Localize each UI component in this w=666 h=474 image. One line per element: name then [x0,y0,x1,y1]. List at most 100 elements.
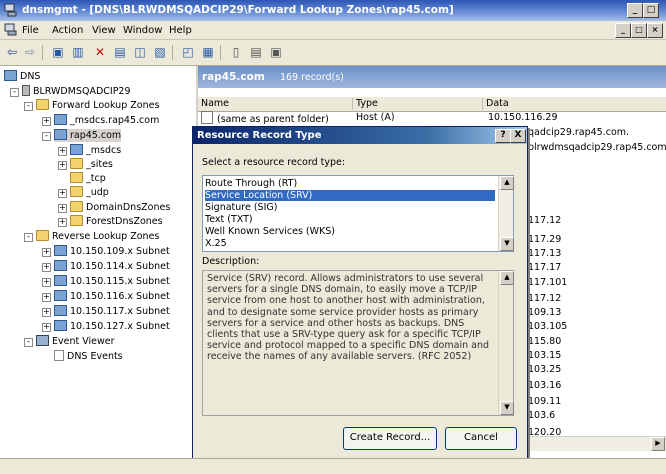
tree-rap45-zone[interactable]: rap45.com [54,129,122,142]
tree-server[interactable]: BLRWDMSQADCIP29 [22,85,131,98]
cancel-button[interactable]: Cancel [445,427,517,450]
expand-icon[interactable]: + [42,293,51,302]
tree-subnet[interactable]: 10.150.109.x Subnet [54,245,170,258]
record-type-list[interactable]: Route Through (RT) Service Location (SRV)… [202,175,514,252]
scroll-down-icon[interactable]: ▼ [500,401,514,415]
collapse-icon[interactable]: - [10,88,19,97]
export-list-icon[interactable]: ▧ [152,44,168,60]
tree-forward-lookup-zones[interactable]: Forward Lookup Zones [36,99,159,112]
new-delegation-icon[interactable]: ▣ [268,44,284,60]
back-arrow-icon[interactable]: ⇦ [4,44,20,60]
tree-dns-events[interactable]: DNS Events [54,350,123,363]
record-type-option[interactable]: X.25 [205,238,495,249]
description-text: Service (SRV) record. Allows administrat… [207,273,489,363]
column-name[interactable]: Name [198,98,229,110]
record-icon [201,111,213,124]
menu-action[interactable]: Action [52,25,83,36]
new-record-icon[interactable]: ▯ [228,44,244,60]
menu-window[interactable]: Window [123,25,162,36]
record-data: 10.150.116.29 [488,112,558,123]
folder-icon [70,172,83,183]
expand-icon[interactable]: + [42,263,51,272]
toolbar: ⇦ ⇨ ▣ ▥ ✕ ▤ ◫ ▧ ◰ ▦ ▯ ▤ ▣ [0,40,666,66]
expand-icon[interactable]: + [58,147,67,156]
maximize-button[interactable]: □ [643,3,659,18]
help-icon[interactable]: ◰ [180,44,196,60]
inner-maximize-button[interactable]: □ [631,23,647,38]
forward-arrow-icon[interactable]: ⇨ [22,44,38,60]
tree-reverse-lookup-zones[interactable]: Reverse Lookup Zones [36,230,159,243]
scroll-up-icon[interactable]: ▲ [500,271,514,285]
expand-icon[interactable]: + [42,278,51,287]
expand-icon[interactable]: + [42,117,51,126]
zone-icon [54,129,67,140]
tree-subnet[interactable]: 10.150.127.x Subnet [54,320,170,333]
tree-domaindnszones[interactable]: DomainDnsZones [70,201,170,214]
properties-icon[interactable]: ▤ [112,44,128,60]
scroll-right-icon[interactable]: ▶ [651,437,665,451]
collapse-icon[interactable]: - [42,132,51,141]
tree-subnet[interactable]: 10.150.115.x Subnet [54,275,170,288]
zone-icon [54,305,67,316]
tree-event-viewer[interactable]: Event Viewer [36,335,115,348]
inner-minimize-button[interactable]: _ [615,23,631,38]
tree-subnet[interactable]: 10.150.116.x Subnet [54,290,170,303]
record-type-option[interactable]: Text (TXT) [205,214,495,225]
description-scrollbar[interactable]: ▲ ▼ [498,271,514,415]
snapin-icon[interactable]: ▦ [200,44,216,60]
minimize-button[interactable]: _ [627,3,643,18]
tree-tcp[interactable]: _tcp [70,172,106,185]
record-data-partial: 117.12 [528,293,562,304]
column-data[interactable]: Data [482,98,509,110]
create-record-button[interactable]: Create Record... [343,427,437,450]
tree-subnet[interactable]: 10.150.114.x Subnet [54,260,170,273]
refresh-icon[interactable]: ◫ [132,44,148,60]
record-type-option[interactable]: Route Through (RT) [205,178,495,189]
expand-icon[interactable]: + [42,308,51,317]
tree-msdcs-folder[interactable]: _msdcs [70,144,121,157]
column-type[interactable]: Type [352,98,378,110]
record-count: 169 record(s) [280,72,344,83]
record-type-option[interactable]: Well Known Services (WKS) [205,226,495,237]
collapse-icon[interactable]: - [24,338,33,347]
zone-icon [54,320,67,331]
expand-icon[interactable]: + [58,189,67,198]
new-domain-icon[interactable]: ▤ [248,44,264,60]
expand-icon[interactable]: + [58,161,67,170]
scroll-up-icon[interactable]: ▲ [500,176,514,190]
tree-udp[interactable]: _udp [70,186,109,199]
tree-dns-root[interactable]: DNS [4,70,40,83]
console-tree: DNS - BLRWDMSQADCIP29 - Forward Lookup Z… [0,66,198,458]
tree-forestdnszones[interactable]: ForestDnsZones [70,215,163,228]
delete-icon[interactable]: ✕ [92,44,108,60]
record-type-option[interactable]: Signature (SIG) [205,202,495,213]
zone-icon [54,260,67,271]
column-headers: Name Type Data [198,97,666,112]
close-button[interactable]: X [510,129,526,143]
tree-subnet[interactable]: 10.150.117.x Subnet [54,305,170,318]
expand-icon[interactable]: + [58,204,67,213]
up-folder-icon[interactable]: ▣ [50,44,66,60]
mmc-icon [4,23,17,36]
inner-close-button[interactable]: × [647,23,663,38]
collapse-icon[interactable]: - [24,233,33,242]
horizontal-scrollbar[interactable]: ▶ [508,436,666,451]
record-type-option[interactable]: Service Location (SRV) [205,190,495,201]
expand-icon[interactable]: + [58,218,67,227]
scroll-down-icon[interactable]: ▼ [500,237,514,251]
record-data-partial: 115.80 [528,336,562,347]
help-button[interactable]: ? [495,129,511,143]
folder-icon [70,215,83,226]
list-scrollbar[interactable]: ▲ ▼ [498,176,514,251]
tree-msdcs-zone[interactable]: _msdcs.rap45.com [54,114,159,127]
show-tree-icon[interactable]: ▥ [70,44,86,60]
collapse-icon[interactable]: - [24,102,33,111]
table-row[interactable]: (same as parent folder) [201,111,329,125]
expand-icon[interactable]: + [42,323,51,332]
expand-icon[interactable]: + [42,248,51,257]
menu-help[interactable]: Help [169,25,192,36]
zone-header: rap45.com 169 record(s) [198,66,666,88]
menu-view[interactable]: View [92,25,116,36]
menu-file[interactable]: File [22,25,39,36]
tree-sites[interactable]: _sites [70,158,113,171]
